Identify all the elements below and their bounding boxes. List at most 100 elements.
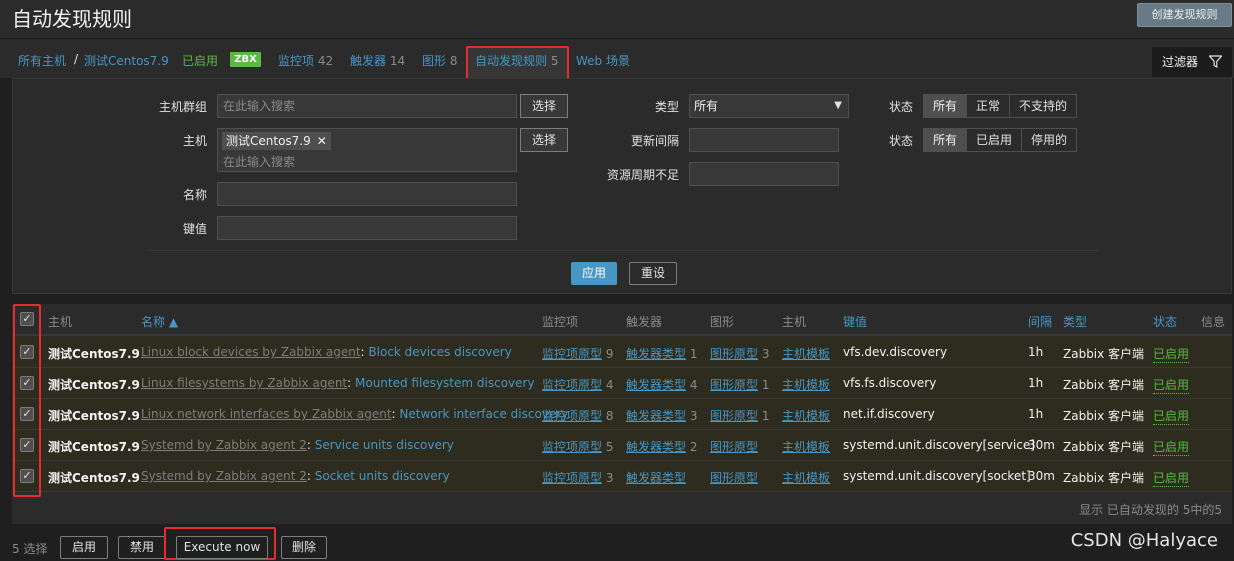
state-option-all[interactable]: 所有 (924, 95, 968, 117)
row-graphs[interactable]: 图形原型 1 (710, 407, 769, 424)
row-template-link[interactable]: Linux block devices by Zabbix agent (141, 345, 361, 359)
status-option-disabled[interactable]: 停用的 (1022, 129, 1077, 151)
row-rule-link[interactable]: Socket units discovery (315, 469, 450, 483)
row-rule-link[interactable]: Block devices discovery (368, 345, 511, 359)
page-title: 自动发现规则 (12, 7, 132, 31)
row-graphs-link[interactable]: 图形原型 (710, 440, 758, 454)
host-select-button[interactable]: 选择 (520, 128, 568, 152)
row-host-prototypes-link[interactable]: 主机模板 (782, 469, 830, 486)
host-enabled-status[interactable]: 已启用 (182, 52, 218, 69)
row-items-link[interactable]: 监控项原型 (542, 347, 602, 361)
row-rule-link[interactable]: Mounted filesystem discovery (355, 376, 535, 390)
column-status[interactable]: 状态 (1153, 313, 1177, 330)
row-graphs-link[interactable]: 图形原型 (710, 471, 758, 485)
tab-graphs[interactable]: 图形 8 (422, 52, 457, 69)
row-items[interactable]: 监控项原型 4 (542, 376, 613, 393)
row-triggers-link[interactable]: 触发器类型 (626, 471, 686, 485)
row-graphs-link[interactable]: 图形原型 (710, 347, 758, 361)
row-triggers[interactable]: 触发器类型 3 (626, 407, 697, 424)
row-template-link[interactable]: Systemd by Zabbix agent 2 (141, 469, 307, 483)
row-items[interactable]: 监控项原型 3 (542, 469, 613, 486)
breadcrumb-host[interactable]: 测试Centos7.9 (84, 52, 169, 69)
row-status-toggle[interactable]: 已启用 (1153, 376, 1190, 394)
key-label: 键值 (182, 222, 207, 236)
column-triggers: 触发器 (626, 315, 663, 329)
hostgroup-input[interactable]: 在此输入搜索 (217, 94, 517, 118)
apply-button[interactable]: 应用 (571, 262, 617, 285)
filter-funnel-icon (1209, 55, 1222, 68)
row-triggers[interactable]: 触发器类型 2 (626, 438, 697, 455)
column-type[interactable]: 类型 (1063, 313, 1087, 330)
status-option-enabled[interactable]: 已启用 (967, 129, 1023, 151)
breadcrumb-separator: / (74, 52, 79, 66)
tab-items[interactable]: 监控项 42 (278, 52, 333, 69)
row-items-link[interactable]: 监控项原型 (542, 378, 602, 392)
row-graphs[interactable]: 图形原型 (710, 438, 758, 455)
filter-tab[interactable]: 过滤器 (1152, 47, 1232, 77)
row-template-link[interactable]: Systemd by Zabbix agent 2 (141, 438, 307, 452)
row-name: Linux block devices by Zabbix agent: Blo… (141, 345, 512, 359)
row-triggers[interactable]: 触发器类型 1 (626, 345, 697, 362)
row-items-link[interactable]: 监控项原型 (542, 409, 602, 423)
row-host: 测试Centos7.9 (48, 409, 140, 423)
row-template-link[interactable]: Linux network interfaces by Zabbix agent (141, 407, 392, 421)
row-template-link[interactable]: Linux filesystems by Zabbix agent (141, 376, 347, 390)
row-items-link[interactable]: 监控项原型 (542, 440, 602, 454)
row-host-prototypes-link[interactable]: 主机模板 (782, 376, 830, 393)
tab-triggers[interactable]: 触发器 14 (350, 52, 405, 69)
row-graphs-link[interactable]: 图形原型 (710, 409, 758, 423)
execute-now-button[interactable]: Execute now (176, 536, 268, 559)
row-items[interactable]: 监控项原型 9 (542, 345, 613, 362)
column-key[interactable]: 键值 (843, 313, 867, 330)
row-items[interactable]: 监控项原型 5 (542, 438, 613, 455)
tab-discovery-rules[interactable]: 自动发现规则 5 (475, 52, 558, 69)
row-graphs-link[interactable]: 图形原型 (710, 378, 758, 392)
row-items-count: 5 (605, 440, 614, 454)
row-graphs[interactable]: 图形原型 (710, 469, 758, 486)
enable-button[interactable]: 启用 (60, 536, 108, 559)
row-graphs[interactable]: 图形原型 1 (710, 376, 769, 393)
name-input[interactable] (217, 182, 517, 206)
close-icon[interactable]: ✕ (317, 134, 327, 148)
hostgroup-select-button[interactable]: 选择 (520, 94, 568, 118)
row-status-toggle[interactable]: 已启用 (1153, 407, 1190, 425)
row-host-prototypes-link[interactable]: 主机模板 (782, 407, 830, 424)
row-triggers[interactable]: 触发器类型 (626, 469, 686, 486)
status-toggle-group: 所有 已启用 停用的 (923, 128, 1078, 152)
state-option-not-supported[interactable]: 不支持的 (1010, 95, 1077, 117)
column-interval[interactable]: 间隔 (1028, 313, 1052, 330)
row-status-toggle[interactable]: 已启用 (1153, 345, 1190, 363)
disable-button[interactable]: 禁用 (118, 536, 166, 559)
row-rule-link[interactable]: Service units discovery (315, 438, 454, 452)
tab-graphs-count: 8 (449, 54, 458, 68)
tab-web-scenarios[interactable]: Web 场景 (576, 52, 630, 69)
row-graphs[interactable]: 图形原型 3 (710, 345, 769, 362)
row-host-prototypes-link[interactable]: 主机模板 (782, 438, 830, 455)
state-option-normal[interactable]: 正常 (967, 95, 1011, 117)
status-option-all[interactable]: 所有 (924, 129, 968, 151)
row-items-link[interactable]: 监控项原型 (542, 471, 602, 485)
row-items[interactable]: 监控项原型 8 (542, 407, 613, 424)
key-input[interactable] (217, 216, 517, 240)
row-triggers-link[interactable]: 触发器类型 (626, 409, 686, 423)
row-triggers-link[interactable]: 触发器类型 (626, 347, 686, 361)
row-type: Zabbix 客户端 (1063, 471, 1145, 485)
row-triggers-link[interactable]: 触发器类型 (626, 378, 686, 392)
column-name[interactable]: 名称 ▲ (141, 313, 178, 330)
breadcrumb-all-hosts[interactable]: 所有主机 (18, 52, 66, 69)
row-host: 测试Centos7.9 (48, 347, 140, 361)
row-status-toggle[interactable]: 已启用 (1153, 438, 1190, 456)
delete-button[interactable]: 删除 (281, 536, 327, 559)
keep-lost-resources-input[interactable] (689, 162, 839, 186)
row-host-prototypes-link[interactable]: 主机模板 (782, 345, 830, 362)
update-interval-input[interactable] (689, 128, 839, 152)
create-discovery-rule-button[interactable]: 创建发现规则 (1137, 3, 1232, 27)
tab-items-count: 42 (317, 54, 334, 68)
row-key: net.if.discovery (843, 407, 935, 421)
row-status-toggle[interactable]: 已启用 (1153, 469, 1190, 487)
row-triggers[interactable]: 触发器类型 4 (626, 376, 697, 393)
reset-button[interactable]: 重设 (629, 262, 677, 285)
host-multiselect[interactable]: 测试Centos7.9 ✕ 在此输入搜索 (217, 128, 517, 172)
row-triggers-link[interactable]: 触发器类型 (626, 440, 686, 454)
type-select[interactable]: 所有 ▼ (689, 94, 849, 118)
